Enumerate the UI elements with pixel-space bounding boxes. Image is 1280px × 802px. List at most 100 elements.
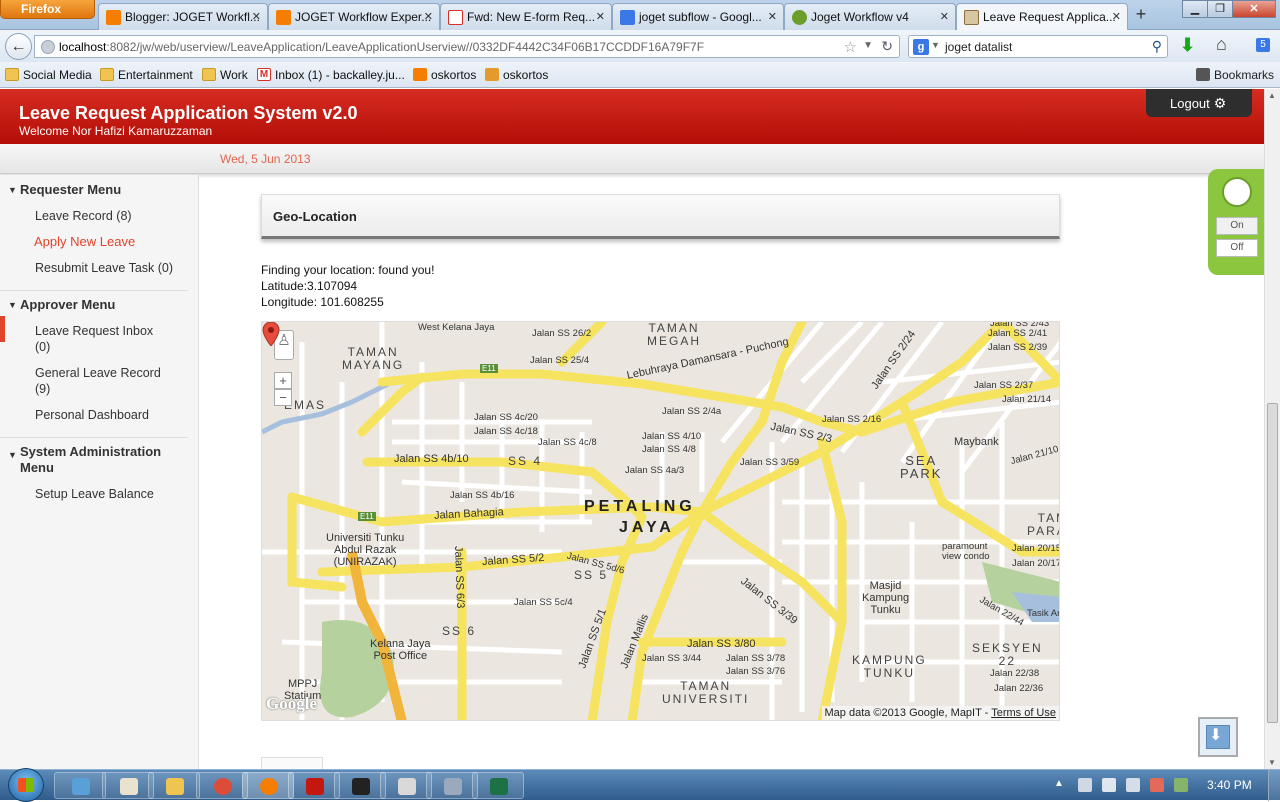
vertical-scrollbar[interactable]: ▲ ▼	[1264, 89, 1280, 769]
map-label-jalan-ss376: Jalan SS 3/76	[726, 666, 786, 677]
gear-icon: ⚙	[1213, 95, 1227, 111]
zoom-in-button[interactable]: +	[274, 372, 292, 389]
map-label-jalan-ss4c20: Jalan SS 4c/20	[474, 412, 538, 423]
taskbar-app-folder[interactable]	[148, 772, 200, 799]
close-icon[interactable]: ✕	[768, 10, 777, 23]
taskbar-app-explorer[interactable]	[54, 772, 106, 799]
close-icon[interactable]: ✕	[940, 10, 949, 23]
bookmark-oskortos-feed[interactable]: oskortos	[485, 68, 548, 82]
bookmark-star-icon[interactable]: ☆	[844, 38, 857, 56]
rss-icon	[485, 68, 499, 81]
close-icon[interactable]: ✕	[424, 10, 433, 23]
back-arrow-icon[interactable]: ←	[5, 33, 32, 60]
search-bar[interactable]: g ▼ joget datalist ⚲	[908, 35, 1168, 58]
chevron-down-icon[interactable]: ▼	[863, 40, 873, 51]
google-search-icon[interactable]: g	[913, 39, 929, 55]
show-desktop-button[interactable]	[1268, 770, 1280, 801]
sidebar-item-leave-request-inbox[interactable]: Leave Request Inbox (0)	[35, 323, 170, 355]
approver-menu-heading[interactable]: ▼ Approver Menu	[8, 297, 115, 312]
new-tab-button[interactable]: +	[1132, 5, 1150, 24]
taskbar-app-excel[interactable]	[472, 772, 524, 799]
taskbar-app-acrobat[interactable]	[288, 772, 340, 799]
tray-security-icon[interactable]	[1102, 778, 1116, 792]
map-label-petaling: PETALING	[584, 498, 696, 515]
tray-expand-icon[interactable]: ▲	[1054, 778, 1064, 789]
scrollbar-thumb[interactable]	[1267, 403, 1278, 723]
home-icon[interactable]: ⌂	[1216, 34, 1227, 55]
map-data-credit: Map data ©2013 Google, MapIT -	[824, 707, 992, 719]
extension-icon[interactable]: 5	[1256, 38, 1270, 52]
bookmark-oskortos-blog[interactable]: oskortos	[413, 68, 476, 82]
bookmark-work[interactable]: Work	[202, 68, 248, 82]
close-icon[interactable]: ✕	[596, 10, 605, 23]
browser-tab[interactable]: Joget Workflow v4 ✕	[784, 3, 956, 30]
chevron-down-icon[interactable]: ▼	[931, 40, 940, 50]
browser-tab[interactable]: JOGET Workflow Exper... ✕	[268, 3, 440, 30]
taskbar-app-remote[interactable]	[426, 772, 478, 799]
sidebar-item-leave-record[interactable]: Leave Record (8)	[35, 208, 185, 224]
minimize-icon[interactable]: ▁	[1182, 0, 1208, 18]
map-label-taman-param: TAMPARAM	[1027, 511, 1059, 538]
arrow-down-glyph: ⬇	[1209, 727, 1223, 744]
requester-menu-heading[interactable]: ▼ Requester Menu	[8, 182, 121, 197]
search-icon[interactable]: ⚲	[1152, 38, 1162, 55]
system-admin-menu-heading[interactable]: ▼ System Administration Menu	[8, 444, 178, 476]
download-icon[interactable]: ⬇	[1180, 35, 1195, 56]
sidebar-item-personal-dashboard[interactable]: Personal Dashboard	[35, 407, 185, 423]
tray-app-icon[interactable]	[1174, 778, 1188, 792]
taskbar-app-paint[interactable]	[102, 772, 154, 799]
browser-tab[interactable]: Blogger: JOGET Workfl... ✕	[98, 3, 268, 30]
google-map[interactable]: TAMAN MAYANG TAMAN MEGAH PETALING JAYA SEA…	[261, 321, 1060, 721]
divider	[0, 290, 188, 291]
close-icon[interactable]: ✕	[1112, 10, 1121, 23]
window-controls: ▁ ❐ ✕	[1182, 0, 1276, 20]
google-logo[interactable]: Google	[266, 694, 317, 714]
sidebar-item-resubmit-leave-task[interactable]: Resubmit Leave Task (0)	[35, 260, 185, 276]
bookmark-social-media[interactable]: Social Media	[5, 68, 92, 82]
bookmark-label: Work	[220, 68, 248, 82]
bookmark-entertainment[interactable]: Entertainment	[100, 68, 193, 82]
address-bar[interactable]: localhost:8082/jw/web/userview/LeaveAppl…	[34, 35, 900, 58]
map-label-sea-park: SEA PARK	[900, 453, 943, 481]
bookmark-inbox[interactable]: M Inbox (1) - backalley.ju...	[257, 68, 405, 82]
sidebar-item-apply-new-leave[interactable]: Apply New Leave	[34, 234, 184, 250]
form-button-area	[261, 757, 323, 769]
bookmarks-menu-button[interactable]: Bookmarks	[1195, 68, 1274, 82]
close-window-icon[interactable]: ✕	[1232, 0, 1276, 18]
section-title: Geo-Location	[261, 194, 1060, 239]
terms-of-use-link[interactable]: Terms of Use	[991, 707, 1056, 719]
sidebar-item-setup-leave-balance[interactable]: Setup Leave Balance	[35, 486, 185, 502]
browser-tab[interactable]: joget subflow - Googl... ✕	[612, 3, 784, 30]
taskbar-clock[interactable]: 3:40 PM	[1207, 778, 1252, 792]
taskbar-app-notepad[interactable]	[380, 772, 432, 799]
logout-button[interactable]: Logout ⚙	[1146, 89, 1252, 117]
taskbar-app-chrome[interactable]	[196, 772, 248, 799]
map-label-masjid: Masjid Kampung Tunku	[862, 580, 910, 616]
firefox-menu-button[interactable]: Firefox	[0, 0, 95, 19]
switch-off-button[interactable]: Off	[1216, 239, 1258, 257]
sidebar-item-general-leave-record[interactable]: General Leave Record (9)	[35, 365, 175, 397]
scroll-down-icon[interactable]: ▼	[1268, 758, 1276, 767]
url-host: localhost	[59, 40, 107, 54]
map-marker-icon[interactable]	[262, 322, 280, 346]
taskbar-app-firefox[interactable]	[242, 772, 294, 799]
bookmark-label: Entertainment	[118, 68, 193, 82]
reload-icon[interactable]: ↻	[881, 38, 893, 55]
switch-on-button[interactable]: On	[1216, 217, 1258, 235]
scroll-down-button[interactable]: ⬇	[1198, 717, 1238, 757]
geo-status: Finding your location: found you!	[261, 263, 435, 277]
scroll-up-icon[interactable]: ▲	[1268, 91, 1276, 100]
restore-icon[interactable]: ❐	[1207, 0, 1233, 18]
tray-volume-icon[interactable]	[1150, 778, 1164, 792]
map-label-kampung-tunku: KAMPUNG TUNKU	[852, 653, 927, 680]
tray-flag-icon[interactable]	[1078, 778, 1092, 792]
google-icon	[620, 10, 635, 25]
close-icon[interactable]: ✕	[252, 10, 261, 23]
browser-tab[interactable]: Fwd: New E-form Req... ✕	[440, 3, 612, 30]
start-button[interactable]	[8, 768, 44, 802]
browser-tab-active[interactable]: Leave Request Applica... ✕	[956, 3, 1128, 31]
map-label-jalan-ss239: Jalan SS 2/39	[988, 342, 1048, 353]
taskbar-app-cmd[interactable]	[334, 772, 386, 799]
zoom-out-button[interactable]: −	[274, 389, 292, 406]
tray-network-icon[interactable]	[1126, 778, 1140, 792]
